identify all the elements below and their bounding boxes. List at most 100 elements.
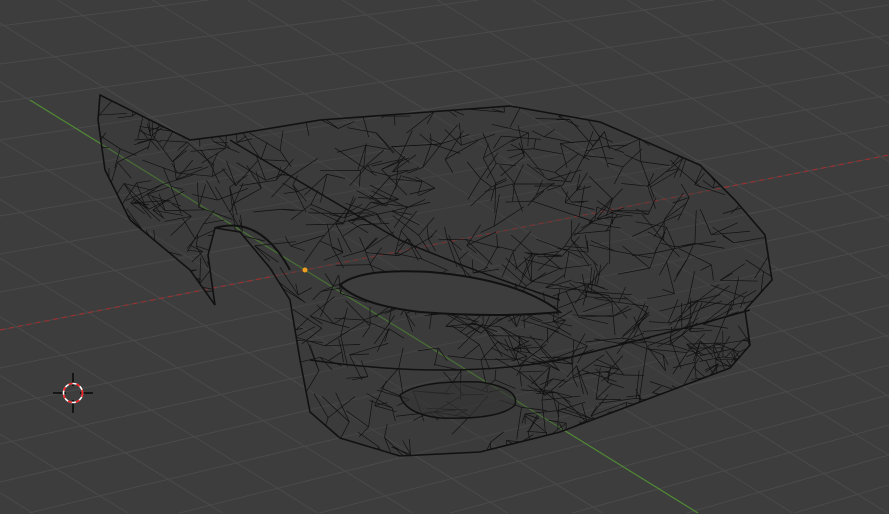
mesh-edge (100, 177, 110, 182)
mesh-edge (82, 147, 96, 163)
mesh-edge (654, 429, 665, 456)
mesh-edge (707, 441, 728, 456)
mesh-edge (635, 410, 677, 417)
grid-line (0, 492, 33, 514)
mesh-edge (98, 260, 122, 270)
mesh-edge (104, 388, 125, 398)
mesh-edge (697, 381, 720, 396)
grid-line (0, 374, 223, 514)
mesh-edge (156, 328, 170, 360)
mesh-edge (198, 421, 205, 434)
mesh-edge (104, 298, 118, 300)
mesh-edge (609, 103, 633, 127)
mesh-edge (262, 320, 269, 348)
mesh-edge (690, 426, 716, 432)
mesh-edge (170, 392, 190, 396)
mesh-edge (152, 97, 164, 109)
mesh-edge (676, 423, 696, 449)
3d-cursor-icon[interactable] (53, 373, 93, 413)
mesh-edge (552, 436, 566, 449)
mesh-edge (236, 302, 257, 326)
car-body-mesh[interactable] (64, 69, 809, 483)
grid-line (627, 0, 889, 163)
mesh-edge (271, 332, 284, 340)
mesh-edge (210, 113, 219, 122)
mesh-edge (608, 440, 620, 456)
mesh-edge (231, 322, 271, 331)
mesh-edge (146, 430, 171, 451)
mesh-edge (229, 110, 258, 113)
mesh-edge (98, 438, 117, 449)
mesh-edge (741, 113, 754, 125)
mesh-edge (262, 361, 265, 385)
mesh-edge (692, 407, 716, 409)
mesh-edge (625, 435, 645, 452)
mesh-edge (383, 454, 408, 456)
mesh-edge (158, 429, 182, 431)
mesh-edge (511, 447, 518, 456)
mesh-edge (734, 443, 747, 452)
mesh-edge (691, 111, 718, 119)
mesh-edge (140, 328, 175, 333)
3d-viewport[interactable] (0, 0, 889, 514)
mesh-edge (632, 95, 665, 104)
mesh-edge (745, 184, 758, 200)
mesh-edge (166, 406, 191, 427)
mesh-edge (705, 97, 726, 105)
mesh-edge (705, 439, 721, 450)
mesh-edge (600, 424, 607, 438)
mesh-edge (359, 95, 390, 105)
mesh-edge (156, 275, 176, 278)
mesh-edge (221, 275, 237, 303)
mesh-edge (141, 319, 178, 333)
mesh-edge (178, 276, 191, 285)
mesh-edge (117, 298, 130, 321)
mesh-edge (152, 95, 168, 104)
mesh-edge (69, 285, 96, 292)
mesh-edge (685, 95, 711, 117)
mesh-edge (663, 423, 678, 434)
mesh-edge (755, 154, 772, 159)
mesh-edge (200, 118, 210, 129)
mesh-edge (394, 100, 412, 104)
mesh-edge (643, 429, 658, 451)
mesh-edge (146, 314, 159, 327)
mesh-edge (641, 430, 654, 446)
mesh-edge (712, 98, 745, 121)
mesh-edge (175, 427, 189, 433)
grid-line (0, 316, 318, 514)
grid-line (686, 454, 889, 514)
mesh-edge (160, 280, 173, 288)
mesh-edge (375, 446, 380, 456)
mesh-edge (221, 448, 244, 456)
mesh-edge (221, 448, 235, 451)
mesh-edge (725, 102, 748, 110)
mesh-edge (758, 210, 771, 222)
mesh-edge (689, 103, 725, 108)
mesh-edge (663, 403, 696, 411)
mesh-edge (248, 432, 255, 443)
mesh-edge (747, 388, 750, 403)
mesh-edge (68, 431, 95, 454)
mesh-edge (632, 99, 655, 104)
mesh-edge (95, 401, 96, 416)
mesh-edge (130, 244, 138, 260)
mesh-edge (152, 103, 157, 115)
mesh-edge (67, 429, 97, 446)
mesh-edge (99, 396, 106, 412)
mesh-edge (661, 107, 690, 110)
grid-line (794, 484, 889, 514)
mesh-edge (263, 385, 265, 409)
grid-line (0, 0, 209, 27)
fog-light-opening (399, 381, 517, 419)
mesh-edge (772, 179, 782, 186)
mesh-edge (111, 402, 115, 414)
mesh-edge (178, 127, 200, 133)
mesh-edge (163, 98, 172, 109)
mesh-edge (727, 113, 743, 138)
mesh-edge (179, 333, 185, 348)
mesh-edge (237, 316, 264, 339)
mesh-edge (669, 455, 707, 456)
mesh-edge (696, 420, 711, 430)
object-origin-icon[interactable] (302, 267, 308, 273)
